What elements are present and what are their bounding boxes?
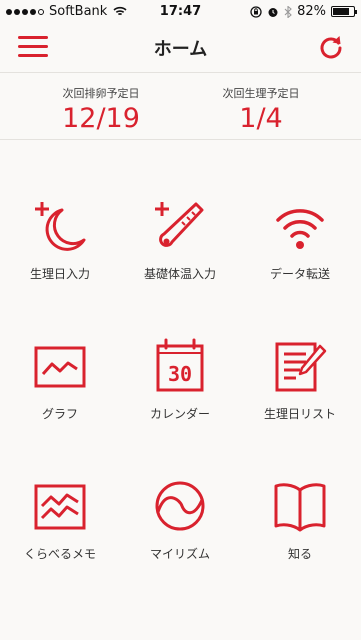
ovulation-prediction: 次回排卵予定日 12/19 xyxy=(16,73,186,134)
menu-item-label: マイリズム xyxy=(149,547,210,561)
status-bar: SoftBank 17:47 82% xyxy=(0,0,361,24)
calendar-day-text: 30 xyxy=(168,362,192,386)
calendar-icon: 30 xyxy=(156,338,204,392)
menu-item-label: 生理日リスト xyxy=(263,407,336,421)
menu-item-period-input[interactable]: 生理日入力 xyxy=(0,190,120,330)
menu-item-label: データ転送 xyxy=(269,267,330,281)
menu-item-calendar[interactable]: 30 カレンダー xyxy=(120,330,240,470)
ovulation-label: 次回排卵予定日 xyxy=(62,87,140,100)
list-icon xyxy=(275,342,327,392)
compare-graph-icon xyxy=(34,484,86,530)
battery-fill xyxy=(333,8,349,15)
period-date: 1/4 xyxy=(239,103,283,134)
menu-item-label: 生理日入力 xyxy=(29,267,90,281)
battery-percent: 82% xyxy=(297,4,326,19)
period-prediction: 次回生理予定日 1/4 xyxy=(176,73,346,134)
menu-item-temperature-input[interactable]: 基礎体温入力 xyxy=(120,190,240,330)
graph-icon xyxy=(34,346,86,388)
period-label: 次回生理予定日 xyxy=(222,87,300,100)
book-icon xyxy=(274,483,326,532)
menu-item-label: 知る xyxy=(287,547,312,561)
menu-item-label: カレンダー xyxy=(149,407,210,421)
menu-item-my-rhythm[interactable]: マイリズム xyxy=(120,470,240,610)
nav-bar: ホーム xyxy=(0,24,361,70)
ovulation-date: 12/19 xyxy=(62,103,140,134)
battery-icon xyxy=(331,6,357,17)
thermometer-plus-icon xyxy=(155,202,204,247)
menu-grid: 生理日入力 基礎体温入力 データ転送 グラフ 30 カレンダー 生理日リスト く… xyxy=(0,140,361,640)
page-title: ホーム xyxy=(153,39,208,60)
menu-item-compare-memo[interactable]: くらべるメモ xyxy=(0,470,120,610)
status-right: 82% xyxy=(250,4,357,19)
menu-item-label: グラフ xyxy=(41,407,78,421)
menu-item-period-list[interactable]: 生理日リスト xyxy=(240,330,360,470)
refresh-icon[interactable] xyxy=(317,33,345,61)
rotation-lock-icon xyxy=(250,5,262,18)
moon-plus-icon xyxy=(35,202,86,251)
wifi-icon xyxy=(276,209,324,249)
bluetooth-icon xyxy=(284,5,292,18)
menu-item-data-transfer[interactable]: データ転送 xyxy=(240,190,360,330)
prediction-summary: 次回排卵予定日 12/19 次回生理予定日 1/4 xyxy=(0,72,361,140)
rhythm-icon xyxy=(155,481,205,531)
menu-item-label: 基礎体温入力 xyxy=(143,267,216,281)
menu-item-learn[interactable]: 知る xyxy=(240,470,360,610)
menu-item-graph[interactable]: グラフ xyxy=(0,330,120,470)
alarm-icon xyxy=(268,7,278,17)
menu-item-label: くらべるメモ xyxy=(23,547,96,561)
